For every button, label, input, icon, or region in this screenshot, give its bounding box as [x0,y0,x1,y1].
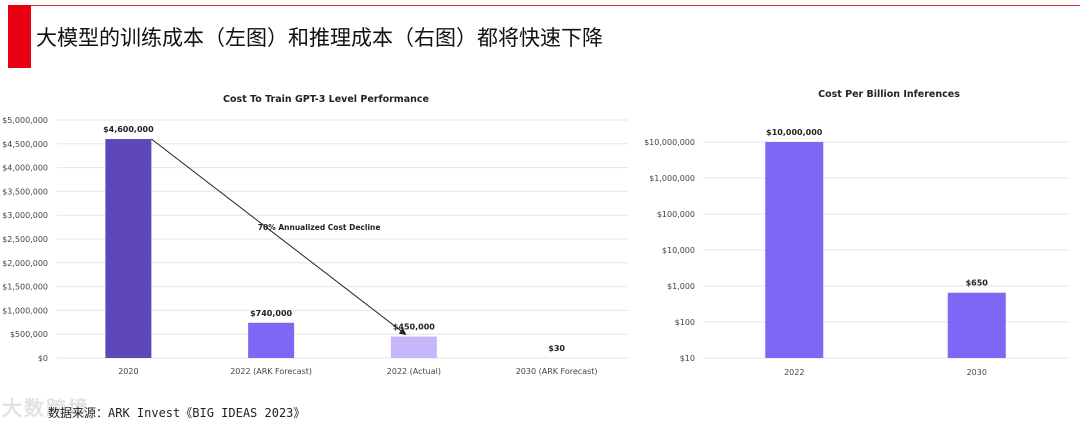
y-tick-label: $10,000,000 [644,138,695,147]
source-note: 数据来源：ARK Invest《BIG IDEAS 2023》 [48,406,306,420]
y-tick-label: $10 [680,354,695,363]
x-tick-label: 2022 [784,368,804,377]
y-tick-label: $10,000 [662,246,695,255]
chart-title: Cost Per Billion Inferences [818,89,960,100]
y-tick-label: $1,000,000 [649,174,695,183]
bar [947,292,1006,358]
y-tick-label: $1,000 [667,282,695,291]
y-tick-label: $100 [675,318,695,327]
bar [765,142,824,358]
inference-cost-chart: Cost Per Billion Inferences $10 $100 $1,00… [644,89,1068,377]
y-tick-label: $100,000 [657,210,695,219]
x-tick-label: 2030 [967,368,987,377]
data-label: $10,000,000 [766,128,823,137]
data-label: $650 [966,279,989,288]
